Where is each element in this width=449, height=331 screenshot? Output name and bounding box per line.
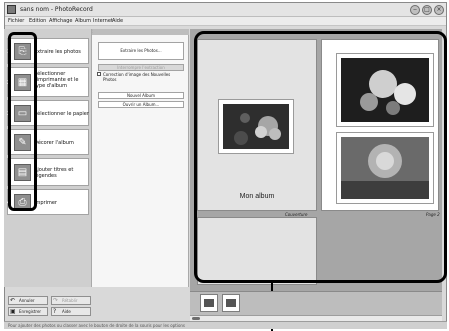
window-title: sans nom - PhotoRecord (20, 6, 93, 13)
options-panel: Extraire les Photos... Interrompre l'ext… (92, 35, 189, 287)
thumbnail-image (204, 299, 214, 307)
step-label: Sélectionner le papier (34, 111, 89, 117)
thumbnail-strip (190, 291, 442, 315)
help-icon: ? (53, 308, 57, 315)
thumbnail-image (226, 299, 236, 307)
close-button[interactable]: × (434, 5, 444, 15)
undo-button[interactable]: ↶ Annuler (8, 296, 48, 305)
thumbnail[interactable] (200, 294, 218, 312)
app-icon (7, 5, 16, 14)
workspace-callout-frame (194, 31, 447, 283)
extract-photos-button[interactable]: Extraire les Photos... (98, 42, 184, 60)
new-album-button[interactable]: Nouvel Album (98, 92, 184, 99)
auto-correct-checkbox[interactable]: Correction d'image des Nouvelles Photos (97, 72, 185, 82)
scroll-thumb[interactable] (192, 317, 200, 320)
menu-file[interactable]: Fichier (8, 18, 24, 24)
step-label: Ajouter titres et légendes (34, 167, 74, 179)
help-button[interactable]: ? Aide (51, 307, 91, 316)
status-bar: Pour ajouter des photos ou classer avec … (4, 321, 447, 329)
redo-label: Rétablir (62, 298, 78, 303)
menu-edit[interactable]: Edition (29, 18, 46, 24)
step-label: Extraire les photos (34, 49, 81, 55)
thumbnail[interactable] (222, 294, 240, 312)
redo-icon: ↷ (53, 297, 59, 304)
bottom-toolbar: ↶ Annuler ↷ Rétablir ▣ Enregistrer ? Aide (8, 294, 92, 318)
maximize-button[interactable]: □ (422, 5, 432, 15)
checkbox-label: Correction d'image des Nouvelles Photos (103, 72, 171, 82)
interrupt-extraction-button: Interrompre l'extraction (98, 64, 184, 71)
steps-callout-frame (8, 32, 37, 211)
title-bar: sans nom - PhotoRecord ‒ □ × (5, 3, 446, 17)
help-label: Aide (62, 309, 71, 314)
save-icon: ▣ (10, 308, 16, 315)
menu-bar: Fichier Edition Affichage Album Internet… (5, 17, 446, 26)
save-button[interactable]: ▣ Enregistrer (8, 307, 48, 316)
status-text: Pour ajouter des photos ou classer avec … (8, 323, 186, 328)
step-label: Décorer l'album (34, 140, 74, 146)
menu-view[interactable]: Affichage (49, 18, 73, 24)
step-label: Sélectionner l'imprimante et le type d'a… (34, 71, 79, 89)
open-album-button[interactable]: Ouvrir un Album... (98, 101, 184, 108)
menu-help[interactable]: Aide (112, 18, 123, 24)
menu-album[interactable]: Album (75, 18, 91, 24)
checkbox-box[interactable] (97, 72, 101, 76)
step-label: Imprimer (34, 200, 57, 206)
minimize-button[interactable]: ‒ (410, 5, 420, 15)
undo-icon: ↶ (10, 297, 16, 304)
save-label: Enregistrer (19, 309, 42, 314)
menu-internet[interactable]: Internet (93, 18, 113, 24)
undo-label: Annuler (19, 298, 35, 303)
redo-button[interactable]: ↷ Rétablir (51, 296, 91, 305)
